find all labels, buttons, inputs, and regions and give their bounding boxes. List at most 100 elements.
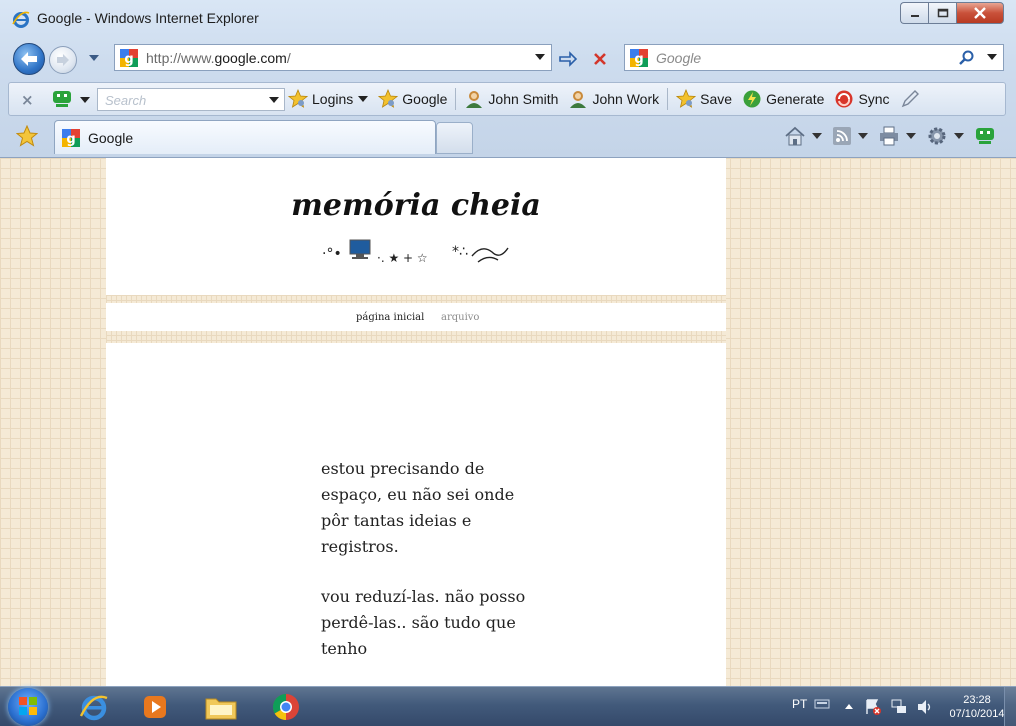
title-bar: Google - Windows Internet Explorer [0,0,1016,36]
google-login-label: Google [402,91,448,107]
svg-text:g: g [66,132,75,147]
logins-menu[interactable]: Logins [288,89,369,109]
minimize-button[interactable] [900,2,928,24]
identity-john-work[interactable]: John Work [568,89,659,109]
identity-john-work-label: John Work [592,91,660,107]
blog-column: memória cheia ·°• ·. ★ + ☆ *∴ página ini… [106,158,726,686]
toolbar-close-icon[interactable]: × [21,91,34,109]
stop-icon [594,53,606,65]
address-dropdown-icon[interactable] [535,54,545,61]
volume-icon[interactable] [916,698,934,716]
toolbar-search-dropdown-icon[interactable] [269,97,279,104]
generate-label: Generate [766,91,825,107]
tab-google[interactable]: g Google [54,120,436,154]
save-button[interactable]: Save [676,89,732,109]
identity-john-smith[interactable]: John Smith [464,89,558,109]
clock[interactable]: 23:28 07/10/2014 [942,693,1012,721]
clock-time: 23:28 [963,694,991,706]
internet-explorer-icon [12,11,30,28]
search-bar[interactable]: g Google [624,44,1004,71]
toolbar-separator [455,88,457,110]
taskbar-file-explorer[interactable] [199,691,243,723]
identity-icon [464,89,484,109]
taskbar-media-player[interactable] [133,691,177,723]
keyboard-icon[interactable] [814,698,830,710]
google-login-item[interactable]: Google [378,89,447,109]
favorites-star-icon[interactable] [16,125,38,147]
toolbar-search-input[interactable]: Search [97,88,285,111]
system-tray: PT 23:28 07/10/2014 [766,687,1016,726]
start-button[interactable] [8,688,48,726]
identity-icon [568,89,588,109]
action-center-flag-icon[interactable] [864,698,882,716]
window-title: Google - Windows Internet Explorer [37,10,259,26]
svg-text:g: g [124,52,133,67]
blog-title[interactable]: memória cheia [106,188,726,223]
new-tab-button[interactable] [436,122,473,154]
sync-label: Sync [858,91,890,107]
toolbar-items: Logins Google John Smith John Work Save [288,83,934,115]
compatibility-refresh-button[interactable] [556,48,580,70]
command-bar [774,123,996,149]
search-magnifier-icon[interactable] [959,50,975,66]
language-indicator[interactable]: PT [792,697,807,711]
back-button[interactable] [13,43,45,75]
show-desktop-button[interactable] [1004,687,1016,726]
save-label: Save [700,91,733,107]
address-bar[interactable]: g http://www.google.com/ [114,44,552,71]
media-player-icon [144,696,166,718]
gear-icon [928,127,946,145]
stop-button[interactable] [588,48,612,70]
post-paragraph: estou precisando de espaço, eu não sei o… [321,459,515,556]
svg-text:·. ★ + ☆: ·. ★ + ☆ [377,251,428,265]
password-manager-toolbar: × Search Logins Google John Smith John W… [8,82,1006,116]
taskbar-chrome[interactable] [264,691,308,723]
browser-chrome: Google - Windows Internet Explorer g htt… [0,0,1016,158]
recent-pages-dropdown-icon[interactable] [88,54,100,62]
home-dropdown-icon [812,132,822,139]
robot-command-button[interactable] [974,126,996,146]
blog-navigation-bar: página inicial arquivo [106,303,726,331]
svg-text:·°•: ·°• [322,246,342,262]
svg-text:g: g [634,52,643,67]
star-key-icon [676,89,697,109]
blog-post: estou precisando de espaço, eu não sei o… [321,456,531,686]
tools-button[interactable] [926,125,964,147]
search-options-dropdown-icon[interactable] [987,54,997,61]
logins-dropdown-icon [358,95,369,102]
back-arrow-icon [21,52,37,66]
generate-button[interactable]: Generate [742,89,824,109]
chrome-icon [272,693,299,721]
home-icon [785,126,805,146]
nav-link-home[interactable]: página inicial [356,312,424,323]
network-icon[interactable] [890,698,908,716]
sync-button[interactable]: Sync [834,89,890,109]
search-placeholder: Google [656,49,702,66]
close-button[interactable] [956,2,1004,24]
internet-explorer-icon [79,695,108,721]
pen-icon [900,89,920,109]
nav-link-archive[interactable]: arquivo [441,312,479,323]
taskbar-internet-explorer[interactable] [72,691,116,723]
home-button[interactable] [784,126,822,146]
maximize-button[interactable] [928,2,956,24]
sync-icon [834,89,854,109]
page-viewport: memória cheia ·°• ·. ★ + ☆ *∴ página ini… [0,158,1016,686]
clock-date: 07/10/2014 [949,708,1005,720]
identity-john-smith-label: John Smith [488,91,559,107]
google-search-provider-icon: g [630,48,648,67]
forward-button[interactable] [49,46,77,74]
robot-icon[interactable] [51,89,73,109]
folder-icon [205,698,237,720]
minimize-icon [910,15,919,17]
feeds-button[interactable] [832,126,868,146]
refresh-icon [559,51,578,67]
svg-text:*∴: *∴ [452,244,468,260]
tab-label: Google [88,129,134,146]
toolbar-search-placeholder: Search [105,93,147,108]
print-button[interactable] [878,126,916,146]
toolbar-pen-button[interactable] [900,89,924,109]
show-hidden-icons-icon[interactable] [844,702,854,710]
blog-title-decoration: ·°• ·. ★ + ☆ *∴ [322,239,509,265]
robot-menu-dropdown-icon[interactable] [80,97,90,104]
